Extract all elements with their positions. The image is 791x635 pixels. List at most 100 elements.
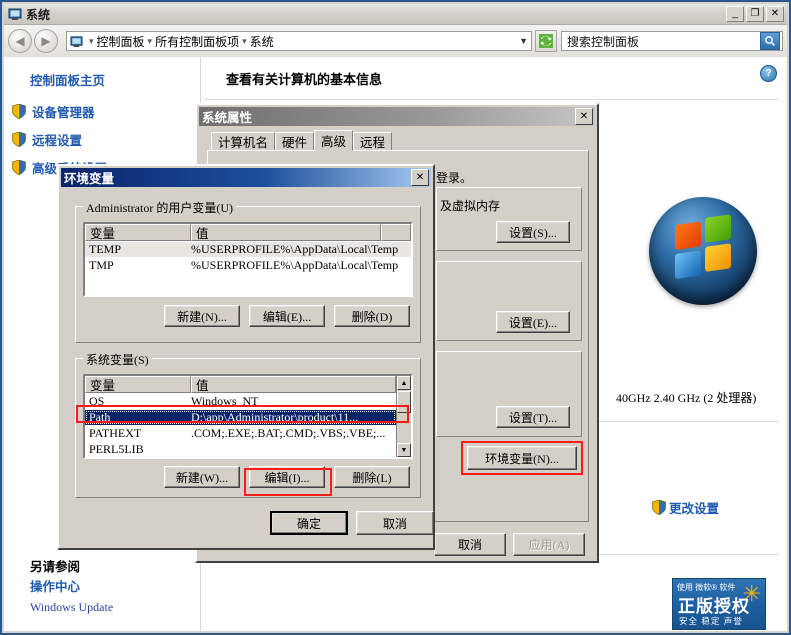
- search-box[interactable]: 搜索控制面板: [561, 31, 783, 51]
- system-variables-list[interactable]: 变量 值 OS Windows_NT Path D:\app\Administr…: [83, 374, 413, 459]
- system-var-value: .COM;.EXE;.BAT;.CMD;.VBS;.VBE;...: [191, 426, 386, 440]
- user-var-name: TEMP: [89, 242, 122, 256]
- table-row[interactable]: PERL5LIB: [85, 442, 396, 457]
- user-var-value: %USERPROFILE%\AppData\Local\Temp: [191, 258, 399, 272]
- change-settings-link[interactable]: 更改设置: [652, 498, 719, 517]
- sidebar-item-device-manager[interactable]: 设备管理器: [12, 102, 95, 121]
- breadcrumb-sep-2: ▾: [242, 35, 247, 46]
- see-also-title: 另请参阅: [30, 560, 81, 574]
- minimize-button[interactable]: _: [726, 6, 744, 22]
- tab-computer-name[interactable]: 计算机名: [211, 132, 276, 151]
- env-cancel-button[interactable]: 取消: [356, 511, 434, 535]
- see-also-windows-update[interactable]: Windows Update: [30, 600, 113, 615]
- back-button[interactable]: ◀: [8, 29, 32, 53]
- system-properties-titlebar: 系统属性 ✕: [199, 107, 595, 126]
- user-variables-header: 变量 值: [85, 224, 411, 241]
- user-edit-button[interactable]: 编辑(E)...: [249, 305, 325, 327]
- breadcrumb-sep-0: ▾: [89, 35, 94, 46]
- breadcrumb-item-0[interactable]: 控制面板: [97, 33, 145, 50]
- scroll-up-icon[interactable]: ▲: [397, 376, 411, 390]
- system-list-scrollbar[interactable]: ▲ ▼: [396, 376, 411, 457]
- performance-settings-button[interactable]: 设置(S)...: [496, 221, 570, 243]
- genuine-star-icon: ✳: [742, 581, 761, 606]
- address-bar[interactable]: ▾ 控制面板 ▾ 所有控制面板项 ▾ 系统 ▼: [66, 31, 532, 51]
- section-divider-top: [204, 99, 779, 100]
- shield-icon: [12, 103, 26, 120]
- environment-variables-dialog: 环境变量 ✕ Administrator 的用户变量(U) 变量 值 TEMP …: [57, 164, 435, 550]
- sidebar-item-control-panel-home[interactable]: 控制面板主页: [30, 70, 105, 89]
- system-new-button[interactable]: 新建(W)...: [164, 466, 240, 488]
- column-header-value[interactable]: 值: [191, 376, 396, 393]
- system-edit-button[interactable]: 编辑(I)...: [249, 466, 325, 488]
- system-variables-header: 变量 值: [85, 376, 396, 393]
- shield-icon: [12, 131, 26, 148]
- sidebar-item-remote-settings[interactable]: 远程设置: [12, 130, 82, 149]
- navigation-bar: ◀ ▶ ▾ 控制面板 ▾ 所有控制面板项 ▾ 系统 ▼ 搜索控制面板: [4, 25, 787, 57]
- table-row[interactable]: PATHEXT .COM;.EXE;.BAT;.CMD;.VBS;.VBE;..…: [85, 426, 396, 441]
- windows-flag-icon: [675, 214, 733, 281]
- system-properties-title: 系统属性: [202, 111, 253, 125]
- search-icon[interactable]: [760, 32, 780, 50]
- search-input[interactable]: 搜索控制面板: [567, 33, 760, 50]
- system-var-value: D:\app\Administrator\product\11...: [191, 410, 359, 424]
- monitor-icon: [8, 7, 22, 21]
- window-title: 系统: [26, 7, 51, 22]
- windows-logo: [649, 197, 757, 305]
- column-header-value[interactable]: 值: [191, 224, 381, 241]
- genuine-line-3: 安全 稳定 声誉: [679, 616, 743, 626]
- tab-advanced[interactable]: 高级: [314, 130, 354, 151]
- user-var-name: TMP: [89, 258, 114, 272]
- screen: 系统 _ ❐ ✕ ◀ ▶ ▾ 控制面板 ▾ 所有控制面板项 ▾ 系统 ▼ 搜索控…: [0, 0, 791, 635]
- user-new-button[interactable]: 新建(N)...: [164, 305, 240, 327]
- env-ok-button[interactable]: 确定: [270, 511, 348, 535]
- table-row[interactable]: OS Windows_NT: [85, 394, 396, 409]
- fragment-text-virtual-memory: 及虚拟内存: [440, 199, 501, 213]
- startup-recovery-settings-button[interactable]: 设置(T)...: [496, 406, 570, 428]
- genuine-line-2: 正版授权: [678, 597, 750, 616]
- user-variables-group-label: Administrator 的用户变量(U): [83, 199, 236, 216]
- table-row[interactable]: Path D:\app\Administrator\product\11...: [85, 410, 396, 425]
- close-icon[interactable]: ✕: [411, 169, 429, 186]
- see-also-action-center[interactable]: 操作中心: [30, 576, 80, 595]
- user-variables-list[interactable]: 变量 值 TEMP %USERPROFILE%\AppData\Local\Te…: [83, 222, 413, 297]
- env-dialog-title: 环境变量: [64, 172, 115, 186]
- processor-info: 40GHz 2.40 GHz (2 处理器): [616, 391, 757, 405]
- sidebar-item-label: 远程设置: [32, 134, 83, 148]
- system-properties-cancel-button[interactable]: 取消: [434, 533, 506, 556]
- fragment-text-login: 登录。: [436, 171, 473, 185]
- user-profiles-settings-button[interactable]: 设置(E)...: [496, 311, 570, 333]
- address-dropdown-icon[interactable]: ▼: [513, 36, 528, 46]
- genuine-microsoft-badge: 使用 微软® 软件 正版授权 安全 稳定 声誉 ✳: [672, 578, 766, 630]
- scroll-down-icon[interactable]: ▼: [397, 443, 411, 457]
- user-delete-button[interactable]: 删除(D): [334, 305, 410, 327]
- forward-button[interactable]: ▶: [34, 29, 58, 53]
- table-row[interactable]: TMP %USERPROFILE%\AppData\Local\Temp: [85, 258, 411, 273]
- shield-icon: [12, 159, 26, 176]
- column-header-variable[interactable]: 变量: [85, 376, 191, 393]
- column-header-spacer: [381, 224, 411, 241]
- maximize-button[interactable]: ❐: [746, 6, 764, 22]
- system-var-name: Path: [89, 410, 111, 424]
- refresh-button[interactable]: [535, 30, 557, 52]
- column-header-variable[interactable]: 变量: [85, 224, 191, 241]
- system-var-value: Windows_NT: [191, 394, 259, 408]
- system-variables-group-label: 系统变量(S): [83, 351, 152, 368]
- scrollbar-thumb[interactable]: [397, 391, 411, 413]
- table-row[interactable]: TEMP %USERPROFILE%\AppData\Local\Temp: [85, 242, 411, 257]
- tab-remote[interactable]: 远程: [353, 132, 393, 151]
- flag-quadrant-red: [675, 221, 701, 251]
- breadcrumb-item-2[interactable]: 系统: [250, 33, 274, 50]
- close-icon[interactable]: ✕: [575, 108, 593, 125]
- system-properties-tabs: 计算机名 硬件 高级 远程: [211, 130, 393, 151]
- address-monitor-icon: [70, 35, 83, 48]
- page-title: 查看有关计算机的基本信息: [226, 72, 383, 87]
- breadcrumb-item-1[interactable]: 所有控制面板项: [155, 33, 239, 50]
- close-button[interactable]: ✕: [766, 6, 784, 22]
- system-delete-button[interactable]: 删除(L): [334, 466, 410, 488]
- environment-variables-button[interactable]: 环境变量(N)...: [467, 446, 577, 470]
- help-icon[interactable]: ?: [760, 65, 777, 82]
- tab-hardware[interactable]: 硬件: [275, 132, 315, 151]
- flag-quadrant-green: [705, 214, 731, 243]
- env-dialog-titlebar: 环境变量 ✕: [61, 168, 431, 187]
- user-var-value: %USERPROFILE%\AppData\Local\Temp: [191, 242, 399, 256]
